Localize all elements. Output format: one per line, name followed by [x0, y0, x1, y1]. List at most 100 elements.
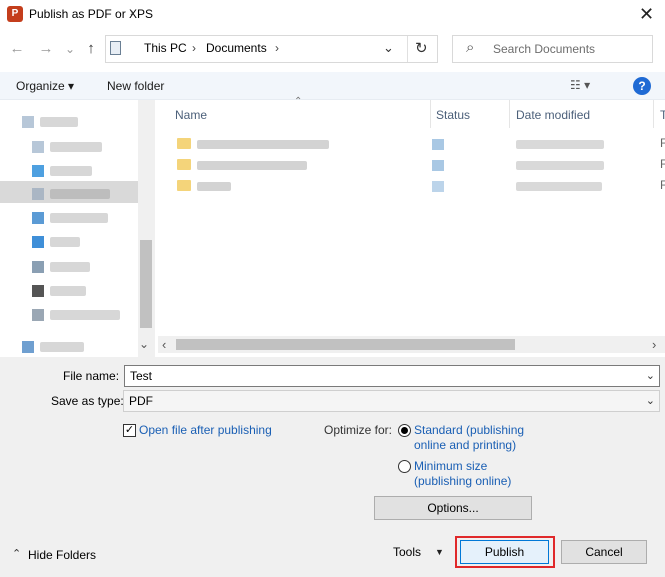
nav-item-label — [50, 310, 120, 320]
file-type: F — [660, 157, 665, 171]
nav-item-label — [40, 117, 78, 127]
sort-ascending-icon: ⌃ — [294, 96, 303, 107]
nav-item-label — [50, 262, 90, 272]
file-name-dropdown-chevron-icon[interactable]: ⌄ — [646, 369, 655, 382]
column-header-name[interactable]: Name — [175, 108, 207, 122]
nav-item-label — [50, 213, 108, 223]
optimize-for-label: Optimize for: — [324, 423, 393, 437]
folder-icon — [177, 138, 191, 149]
nav-item-label — [50, 286, 86, 296]
organize-button[interactable]: Organize ▾ — [16, 79, 74, 93]
scroll-right-chevron-icon[interactable]: › — [652, 337, 656, 352]
address-divider — [407, 36, 408, 62]
refresh-icon[interactable]: ↻ — [415, 39, 428, 57]
minimum-size-radio[interactable] — [398, 460, 411, 473]
standard-option-label-line2[interactable]: online and printing) — [414, 438, 516, 452]
standard-radio[interactable] — [398, 424, 411, 437]
hide-folders-chevron-icon[interactable]: ⌃ — [12, 547, 21, 560]
file-name-label: File name: — [63, 369, 120, 383]
options-button[interactable]: Options... — [374, 496, 532, 520]
standard-option-label-line1[interactable]: Standard (publishing — [414, 423, 524, 437]
this-pc-location-icon — [110, 41, 121, 55]
search-input[interactable]: Search Documents — [493, 42, 595, 56]
network-icon — [22, 341, 34, 353]
save-as-type-chevron-icon[interactable]: ⌄ — [646, 394, 655, 407]
minimum-option-label-line2[interactable]: (publishing online) — [414, 474, 511, 488]
save-as-type-value: PDF — [129, 394, 153, 408]
forward-arrow-icon[interactable]: → — [37, 40, 55, 58]
file-row[interactable]: F — [175, 178, 665, 194]
sync-status-icon — [432, 181, 444, 192]
up-arrow-icon[interactable]: ↑ — [82, 40, 100, 58]
horizontal-scrollbar-thumb[interactable] — [176, 339, 515, 350]
breadcrumb-this-pc[interactable]: This PC — [144, 41, 187, 55]
file-date-redacted — [516, 140, 604, 149]
publish-button[interactable]: Publish — [460, 540, 549, 564]
column-separator[interactable] — [509, 100, 510, 128]
nav-item[interactable] — [32, 305, 147, 325]
command-toolbar — [0, 72, 665, 100]
address-separator: › — [192, 41, 196, 55]
nav-item[interactable] — [32, 208, 147, 228]
save-as-type-select[interactable]: PDF ⌄ — [123, 390, 660, 412]
help-icon[interactable]: ? — [633, 77, 651, 95]
column-header-status[interactable]: Status — [436, 108, 470, 122]
open-after-publishing-checkbox[interactable]: ✓ — [123, 424, 136, 437]
nav-item[interactable] — [32, 161, 147, 181]
nav-item[interactable] — [32, 281, 147, 301]
address-dropdown-chevron-icon[interactable]: ⌄ — [383, 40, 394, 56]
radio-selected-dot — [401, 427, 408, 434]
nav-item-this-pc[interactable] — [22, 112, 137, 132]
column-header-type[interactable]: T — [660, 108, 665, 122]
nav-item[interactable] — [32, 232, 147, 252]
close-icon[interactable]: ✕ — [628, 0, 665, 30]
file-name-field[interactable]: Test ⌄ — [124, 365, 660, 387]
column-separator[interactable] — [653, 100, 654, 128]
nav-item[interactable] — [32, 137, 147, 157]
music-icon — [32, 236, 44, 248]
desktop-icon — [32, 165, 44, 177]
file-date-redacted — [516, 182, 602, 191]
column-separator[interactable] — [430, 100, 431, 128]
breadcrumb-documents[interactable]: Documents — [206, 41, 267, 55]
nav-item-label — [50, 142, 102, 152]
minimum-option-label-line1[interactable]: Minimum size — [414, 459, 487, 473]
back-arrow-icon[interactable]: ← — [8, 40, 26, 58]
folder-icon — [177, 159, 191, 170]
videos-icon — [32, 285, 44, 297]
file-name-redacted — [197, 182, 231, 191]
tools-dropdown-arrow-icon[interactable]: ▼ — [435, 547, 444, 557]
nav-item-label — [50, 166, 92, 176]
nav-item-documents[interactable] — [32, 184, 147, 204]
new-folder-button[interactable]: New folder — [107, 79, 164, 93]
search-box[interactable]: ⌕ Search Documents — [452, 35, 653, 63]
search-icon: ⌕ — [466, 39, 475, 56]
scroll-left-chevron-icon[interactable]: ‹ — [162, 337, 166, 352]
nav-scrollbar-thumb[interactable] — [140, 240, 152, 328]
nav-item-label — [50, 189, 110, 199]
cancel-button[interactable]: Cancel — [561, 540, 647, 564]
nav-item-label — [50, 237, 80, 247]
file-type: F — [660, 136, 665, 150]
change-view-icon[interactable]: ☷ ▾ — [570, 78, 590, 92]
file-row[interactable]: F — [175, 157, 665, 173]
file-row[interactable]: F — [175, 136, 665, 152]
column-header-date-modified[interactable]: Date modified — [516, 108, 590, 122]
folder-icon — [32, 141, 44, 153]
scroll-down-chevron-icon[interactable]: ⌄ — [139, 337, 149, 351]
drive-icon — [32, 309, 44, 321]
nav-item-network[interactable] — [22, 337, 137, 357]
computer-icon — [22, 116, 34, 128]
sync-status-icon — [432, 160, 444, 171]
window-title: Publish as PDF or XPS — [29, 7, 154, 21]
file-name-redacted — [197, 140, 329, 149]
hide-folders-button[interactable]: Hide Folders — [28, 548, 96, 562]
documents-icon — [32, 188, 44, 200]
nav-item[interactable] — [32, 257, 147, 277]
sync-status-icon — [432, 139, 444, 150]
file-type: F — [660, 178, 665, 192]
recent-locations-chevron-icon[interactable]: ⌄ — [61, 40, 79, 58]
open-after-publishing-label[interactable]: Open file after publishing — [139, 423, 272, 437]
tools-button[interactable]: Tools — [393, 545, 421, 559]
file-name-input[interactable]: Test — [130, 369, 152, 383]
